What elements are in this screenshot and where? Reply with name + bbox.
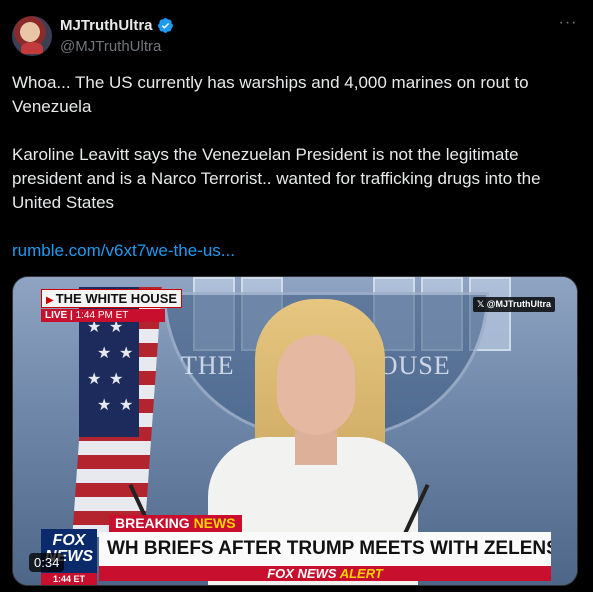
video-duration: 0:34 bbox=[29, 553, 65, 572]
breaking-news-label: BREAKING NEWS bbox=[109, 515, 242, 532]
fox-logo-top: FOX bbox=[52, 532, 86, 549]
author-display-name[interactable]: MJTruthUltra bbox=[60, 17, 153, 34]
tweet-paragraph-2: Karoline Leavitt says the Venezuelan Pre… bbox=[12, 145, 541, 212]
breaking-news-word: NEWS bbox=[193, 515, 236, 531]
more-options-ellipsis-icon[interactable]: ··· bbox=[557, 14, 579, 36]
alert-word: ALERT bbox=[339, 566, 383, 581]
tweet-link[interactable]: rumble.com/v6xt7we-the-us... bbox=[12, 241, 235, 260]
live-label: LIVE bbox=[45, 310, 68, 321]
author-name-row: MJTruthUltra bbox=[60, 17, 174, 34]
fox-news-alert-bar: FOX NEWS ALERT bbox=[99, 566, 551, 581]
avatar[interactable] bbox=[12, 16, 52, 56]
video-player[interactable]: THE HOUSE ON ★ ★ ★ ★ ★ ★ ★ ★ ▶THE WHITE … bbox=[12, 276, 578, 586]
alert-prefix: FOX NEWS bbox=[267, 566, 337, 581]
seal-text-left: THE bbox=[181, 351, 235, 380]
fox-time: 1:44 ET bbox=[41, 573, 97, 585]
speaker-face bbox=[277, 335, 355, 435]
x-watermark: 𝕏 @MJTruthUltra bbox=[472, 297, 555, 312]
breaking-label: BREAKING bbox=[115, 515, 190, 531]
verified-badge-icon bbox=[157, 18, 173, 33]
chyron-headline: WH BRIEFS AFTER TRUMP MEETS WITH ZELENSK… bbox=[99, 532, 551, 566]
tweet-paragraph-1: Whoa... The US currently has warships an… bbox=[12, 73, 529, 116]
live-bug-title: THE WHITE HOUSE bbox=[55, 291, 178, 306]
live-time: 1:44 PM ET bbox=[75, 310, 129, 321]
author-handle[interactable]: @MJTruthUltra bbox=[60, 38, 161, 55]
tweet-text: Whoa... The US currently has warships an… bbox=[12, 71, 577, 263]
watermark-handle: @MJTruthUltra bbox=[486, 299, 551, 309]
live-bug: ▶ THE WHITE HOUSE LIVE | 1:44 PM ET bbox=[41, 289, 183, 322]
